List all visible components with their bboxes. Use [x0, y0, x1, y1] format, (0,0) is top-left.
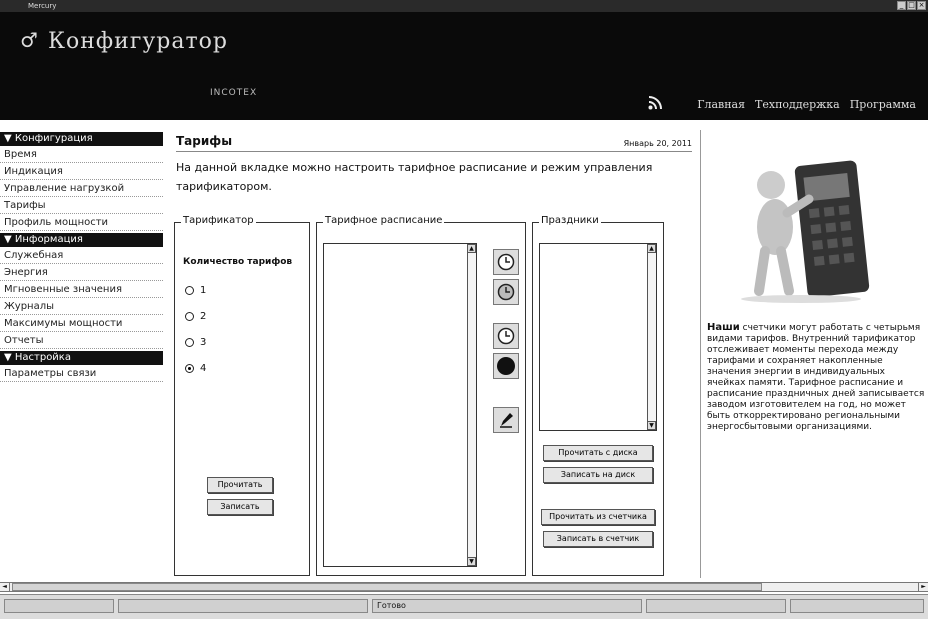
scroll-right-icon[interactable]: ►	[918, 583, 928, 591]
record-button[interactable]	[493, 353, 519, 379]
page-title: Тарифы	[176, 134, 233, 148]
promo-body: счетчики могут работать с четырьмя видам…	[707, 323, 925, 432]
sidebar-item-time[interactable]: Время	[0, 146, 163, 163]
tariff-radio-2[interactable]	[185, 312, 194, 321]
sidebar-item-display[interactable]: Индикация	[0, 163, 163, 180]
status-text: Готово	[372, 599, 642, 613]
scroll-down-icon[interactable]: ▼	[467, 557, 476, 566]
sidebar-item-service[interactable]: Служебная	[0, 247, 163, 264]
pencil-button[interactable]	[493, 407, 519, 433]
schedule-list[interactable]: ▲ ▼	[323, 243, 477, 567]
status-cell-5	[790, 599, 924, 613]
close-button[interactable]: ×	[917, 1, 926, 10]
schedule-group-label: Тарифное расписание	[323, 215, 445, 226]
person-calculator-illustration	[741, 160, 870, 303]
tariffer-read-button[interactable]: Прочитать	[207, 477, 273, 493]
tariff-option-2[interactable]: 2	[185, 311, 206, 322]
promo-text: Наши счетчики могут работать с четырьмя …	[707, 322, 925, 433]
sidebar-section-config[interactable]: ▼ Конфигурация	[0, 132, 163, 146]
tariff-radio-3[interactable]	[185, 338, 194, 347]
sidebar: ▼ Конфигурация Время Индикация Управлени…	[0, 130, 163, 382]
right-column: Наши счетчики могут работать с четырьмя …	[700, 130, 928, 578]
tariff-radio-4[interactable]	[185, 364, 194, 373]
sidebar-item-instant-values[interactable]: Мгновенные значения	[0, 281, 163, 298]
sidebar-item-energy[interactable]: Энергия	[0, 264, 163, 281]
window-title-bar: Mercury _ □ ×	[0, 0, 928, 12]
nav-home[interactable]: Главная	[697, 98, 745, 111]
sidebar-section-settings[interactable]: ▼ Настройка	[0, 351, 163, 365]
sidebar-item-power-maximums[interactable]: Максимумы мощности	[0, 315, 163, 332]
holidays-group: Праздники ▲ ▼ Прочитать с диска Записать…	[532, 215, 664, 576]
maximize-button[interactable]: □	[907, 1, 916, 10]
scroll-up-icon[interactable]: ▲	[647, 244, 656, 253]
app-header: ♂ Конфигуратор INCOTEX Главная Техподдер…	[0, 12, 928, 120]
tariff-option-label: 2	[200, 311, 207, 322]
pencil-icon	[500, 413, 513, 428]
main-content: Тарифы Январь 20, 2011 На данной вкладке…	[170, 130, 694, 578]
read-from-meter-button[interactable]: Прочитать из счетчика	[541, 509, 655, 525]
holidays-group-label: Праздники	[539, 215, 601, 226]
rss-icon[interactable]	[648, 96, 662, 110]
sidebar-item-load-control[interactable]: Управление нагрузкой	[0, 180, 163, 197]
sidebar-item-connection[interactable]: Параметры связи	[0, 365, 163, 382]
scroll-left-icon[interactable]: ◄	[0, 583, 10, 591]
scroll-down-icon[interactable]: ▼	[647, 421, 656, 430]
sidebar-item-power-profile[interactable]: Профиль мощности	[0, 214, 163, 231]
clock-add-icon	[497, 253, 515, 271]
logo-icon: ♂	[20, 28, 38, 52]
clock-edit-icon	[497, 327, 515, 345]
read-from-disk-button[interactable]: Прочитать с диска	[543, 445, 653, 461]
clock-add-button[interactable]	[493, 249, 519, 275]
top-nav: Главная Техподдержка Программа	[697, 98, 916, 111]
clock-remove-button[interactable]	[493, 279, 519, 305]
nav-program[interactable]: Программа	[850, 98, 916, 111]
tariff-radio-1[interactable]	[185, 286, 194, 295]
record-icon	[497, 357, 515, 375]
scroll-up-icon[interactable]: ▲	[467, 244, 476, 253]
app-title: Конфигуратор	[48, 29, 228, 54]
holidays-scrollbar[interactable]	[647, 244, 656, 430]
tariff-count-label: Количество тарифов	[183, 257, 293, 267]
clock-edit-button[interactable]	[493, 323, 519, 349]
window-controls: _ □ ×	[897, 1, 926, 10]
tariff-option-label: 3	[200, 337, 207, 348]
minimize-button[interactable]: _	[897, 1, 906, 10]
tariff-option-label: 1	[200, 285, 207, 296]
sidebar-item-reports[interactable]: Отчеты	[0, 332, 163, 349]
holidays-list[interactable]: ▲ ▼	[539, 243, 657, 431]
sidebar-item-logs[interactable]: Журналы	[0, 298, 163, 315]
tariff-option-4[interactable]: 4	[185, 363, 206, 374]
window-title: Mercury	[28, 2, 57, 10]
sidebar-section-info[interactable]: ▼ Информация	[0, 233, 163, 247]
title-divider	[176, 151, 692, 152]
nav-support[interactable]: Техподдержка	[755, 98, 840, 111]
write-to-disk-button[interactable]: Записать на диск	[543, 467, 653, 483]
scroll-thumb[interactable]	[12, 583, 762, 591]
status-bar: Готово	[0, 594, 928, 619]
write-to-meter-button[interactable]: Записать в счетчик	[543, 531, 653, 547]
tariff-option-3[interactable]: 3	[185, 337, 206, 348]
schedule-group: Тарифное расписание ▲ ▼	[316, 215, 526, 576]
page-date: Январь 20, 2011	[623, 139, 692, 148]
page-description: На данной вкладке можно настроить тарифн…	[176, 161, 653, 193]
status-cell-4	[646, 599, 786, 613]
sidebar-item-tariffs[interactable]: Тарифы	[0, 197, 163, 214]
tariff-option-1[interactable]: 1	[185, 285, 206, 296]
tariffer-group: Тарификатор Количество тарифов 1 2 3 4 П…	[174, 215, 310, 576]
horizontal-scrollbar[interactable]: ◄ ►	[0, 582, 928, 592]
tariff-option-label: 4	[200, 363, 207, 374]
tariffer-write-button[interactable]: Записать	[207, 499, 273, 515]
clock-remove-icon	[497, 283, 515, 301]
promo-lead: Наши	[707, 322, 740, 333]
status-cell-2	[118, 599, 368, 613]
schedule-scrollbar[interactable]	[467, 244, 476, 566]
status-cell-1	[4, 599, 114, 613]
header-subtitle: INCOTEX	[210, 88, 258, 98]
tariffer-group-label: Тарификатор	[181, 215, 256, 226]
